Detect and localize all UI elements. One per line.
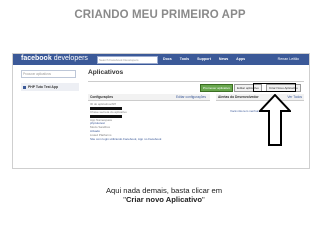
logo-text: facebook xyxy=(21,55,52,62)
facebook-developers-logo[interactable]: facebook developers xyxy=(21,55,88,62)
nav-tools[interactable]: Tools xyxy=(180,57,189,61)
slide-title: CRIANDO MEU PRIMEIRO APP xyxy=(74,9,246,21)
nav-news[interactable]: News xyxy=(219,57,228,61)
sidebar-item-label: PHP Tuto Test App xyxy=(28,85,59,89)
sidebar-item-app[interactable]: PHP Tuto Test App xyxy=(21,83,79,91)
settings-header: Configurações Editar configurações xyxy=(88,94,210,101)
alerts-title: Alertas do Desenvolvedor xyxy=(218,95,259,99)
page-title: Aplicativos xyxy=(88,69,124,76)
settings-info: ID do aplicativo/API Chave secreta do ap… xyxy=(88,101,210,141)
caption-quote-close: " xyxy=(202,195,205,204)
settings-pane: Configurações Editar configurações ID do… xyxy=(88,94,210,141)
up-arrow-icon xyxy=(259,94,291,146)
nav-docs[interactable]: Docs xyxy=(163,57,172,61)
facebook-top-bar: facebook developers Search Facebook Deve… xyxy=(13,54,309,65)
nav-support[interactable]: Support xyxy=(197,57,211,61)
field-label: ID do aplicativo/API xyxy=(90,102,117,106)
highlight-box xyxy=(253,83,296,92)
edit-settings-link[interactable]: Editar configurações xyxy=(176,94,206,100)
promote-app-button[interactable]: Promover aplicativo xyxy=(200,84,234,92)
main-content: Aplicativos Promover aplicativo Editar a… xyxy=(88,69,304,140)
caption-bold: Criar novo Aplicativo xyxy=(125,195,203,204)
sidebar: Procurar aplicativos PHP Tuto Test App xyxy=(21,70,83,91)
divider xyxy=(88,81,304,82)
field-value: Site com login utilizando Facebook, App … xyxy=(90,136,162,141)
developer-search-input[interactable]: Search Facebook Developers xyxy=(97,56,158,64)
caption-line-2: "Criar novo Aplicativo" xyxy=(100,195,228,204)
app-icon xyxy=(23,85,26,89)
app-search-input[interactable]: Procurar aplicativos xyxy=(21,70,76,78)
settings-title: Configurações xyxy=(90,95,114,99)
field-label: Chave secreta do aplicativo xyxy=(90,109,127,114)
logo-suffix: developers xyxy=(53,55,88,62)
nav-apps[interactable]: Apps xyxy=(236,57,245,61)
top-nav: Docs Tools Support News Apps xyxy=(163,57,252,61)
caption-line-1: Aqui nada demais, basta clicar em xyxy=(105,186,223,195)
user-name[interactable]: Renan Leitão xyxy=(278,57,299,61)
caption: Aqui nada demais, basta clicar em "Criar… xyxy=(100,186,228,204)
